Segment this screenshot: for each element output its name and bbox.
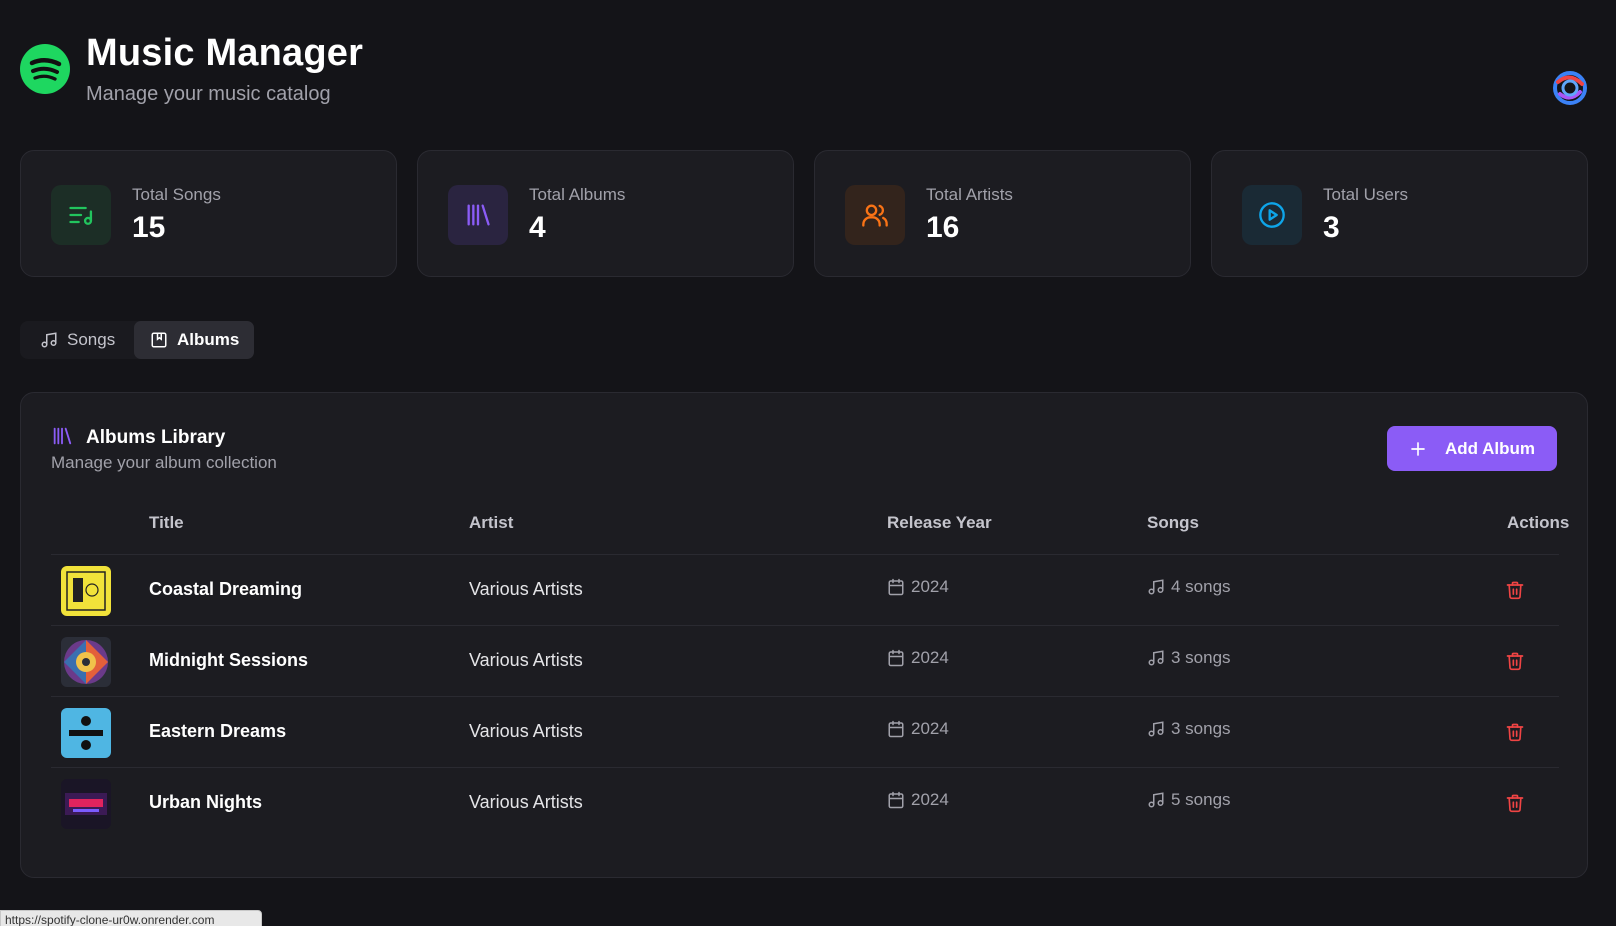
page-header: Music Manager Manage your music catalog — [20, 30, 1588, 120]
songs-text: 3 songs — [1171, 648, 1231, 667]
stat-value: 3 — [1323, 211, 1340, 244]
album-cover — [61, 566, 111, 616]
table-row[interactable]: Urban Nights Various Artists 2024 5 song… — [51, 768, 1559, 839]
year-text: 2024 — [911, 577, 949, 596]
album-release-year: 2024 — [887, 719, 949, 739]
users-icon — [845, 185, 905, 245]
album-cover — [61, 708, 111, 758]
album-title: Coastal Dreaming — [149, 579, 303, 599]
column-header-artist: Artist — [469, 513, 514, 532]
calendar-icon — [888, 720, 904, 738]
plus-icon — [1411, 441, 1425, 456]
album-release-year: 2024 — [887, 790, 949, 810]
album-title: Urban Nights — [149, 792, 263, 812]
stat-card-users: Total Users 3 — [1211, 150, 1588, 277]
songs-text: 4 songs — [1171, 577, 1231, 596]
page-title: Music Manager — [86, 32, 364, 74]
tab-label: Albums — [177, 330, 240, 349]
album-song-count: 3 songs — [1147, 719, 1231, 739]
delete-album-button[interactable] — [1505, 721, 1527, 745]
tab-songs[interactable]: Songs — [20, 321, 134, 359]
panel-title: Albums Library — [86, 427, 226, 448]
play-circle-icon — [1242, 185, 1302, 245]
add-album-label: Add Album — [1444, 438, 1536, 458]
music-list-icon — [51, 185, 111, 245]
trash-icon — [1506, 581, 1524, 600]
albums-table: Title Artist Release Year Songs Actions … — [51, 493, 1569, 839]
album-song-count: 3 songs — [1147, 648, 1231, 668]
page-subtitle: Manage your music catalog — [86, 83, 331, 105]
trash-icon — [1506, 723, 1524, 742]
stat-value: 4 — [529, 211, 546, 244]
album-cover — [61, 637, 111, 687]
calendar-icon — [888, 649, 904, 667]
music-note-icon — [41, 332, 57, 348]
album-title: Midnight Sessions — [149, 650, 309, 670]
column-header-title: Title — [149, 513, 184, 532]
music-note-icon — [1148, 579, 1164, 595]
trash-icon — [1506, 652, 1524, 671]
music-note-icon — [1148, 650, 1164, 666]
trash-icon — [1506, 794, 1524, 813]
column-header-release-year: Release Year — [887, 513, 992, 532]
delete-album-button[interactable] — [1505, 579, 1527, 603]
stat-label: Total Artists — [926, 185, 1013, 204]
stat-label: Total Users — [1323, 185, 1409, 204]
add-album-button[interactable]: Add Album — [1387, 426, 1557, 471]
view-tabs: Songs Albums — [20, 321, 254, 359]
year-text: 2024 — [911, 790, 949, 809]
music-note-icon — [1148, 792, 1164, 808]
tab-label: Songs — [67, 330, 116, 349]
calendar-icon — [888, 791, 904, 809]
table-row[interactable]: Eastern Dreams Various Artists 2024 3 so… — [51, 697, 1559, 768]
column-header-songs: Songs — [1147, 513, 1199, 532]
year-text: 2024 — [911, 648, 949, 667]
stat-card-artists: Total Artists 16 — [814, 150, 1191, 277]
album-artist: Various Artists — [469, 579, 583, 599]
avatar[interactable] — [1552, 70, 1588, 106]
delete-album-button[interactable] — [1505, 650, 1527, 674]
calendar-icon — [888, 578, 904, 596]
library-icon — [448, 185, 508, 245]
albums-panel: Albums Library Manage your album collect… — [20, 392, 1588, 878]
tab-albums[interactable]: Albums — [134, 321, 254, 359]
year-text: 2024 — [911, 719, 949, 738]
column-header-actions: Actions — [1507, 513, 1570, 532]
stat-label: Total Songs — [132, 185, 221, 204]
delete-album-button[interactable] — [1505, 792, 1527, 816]
library-icon — [53, 427, 72, 445]
stat-label: Total Albums — [529, 185, 626, 204]
album-song-count: 5 songs — [1147, 790, 1231, 810]
table-row[interactable]: Coastal Dreaming Various Artists 2024 4 … — [51, 555, 1559, 626]
music-note-icon — [1148, 721, 1164, 737]
album-release-year: 2024 — [887, 577, 949, 597]
stat-card-albums: Total Albums 4 — [417, 150, 794, 277]
table-header: Title Artist Release Year Songs Actions — [51, 493, 1569, 555]
stats-row: Total Songs 15 Total Albums 4 Total Arti… — [20, 150, 1588, 277]
spotify-logo-icon — [20, 44, 70, 94]
stat-value: 15 — [132, 211, 166, 244]
album-artist: Various Artists — [469, 792, 583, 812]
album-artist: Various Artists — [469, 650, 583, 670]
stat-value: 16 — [926, 211, 960, 244]
status-bar-url: https://spotify-clone-ur0w.onrender.com — [0, 910, 262, 926]
table-row[interactable]: Midnight Sessions Various Artists 2024 3… — [51, 626, 1559, 697]
songs-text: 5 songs — [1171, 790, 1231, 809]
panel-subtitle: Manage your album collection — [51, 453, 277, 472]
songs-text: 3 songs — [1171, 719, 1231, 738]
stat-card-songs: Total Songs 15 — [20, 150, 397, 277]
album-artist: Various Artists — [469, 721, 583, 741]
album-song-count: 4 songs — [1147, 577, 1231, 597]
album-icon — [151, 332, 167, 348]
album-release-year: 2024 — [887, 648, 949, 668]
album-cover — [61, 779, 111, 829]
album-title: Eastern Dreams — [149, 721, 287, 741]
